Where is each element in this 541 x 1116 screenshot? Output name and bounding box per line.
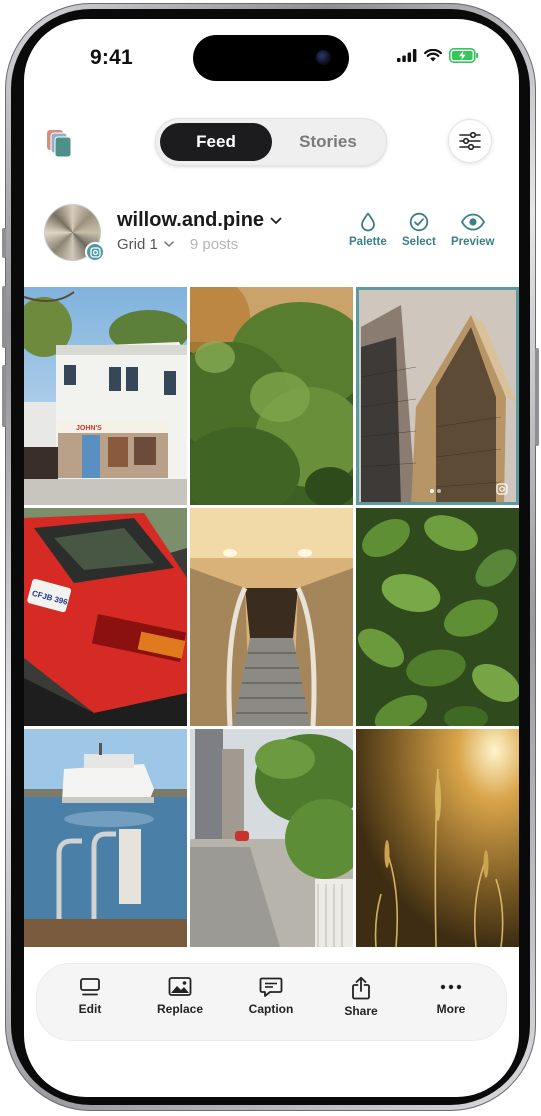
grid-photo-1[interactable]: JOHN'S — [24, 287, 187, 505]
action-button — [2, 228, 6, 258]
post-count: 9 posts — [189, 236, 239, 253]
sliders-icon — [459, 132, 481, 150]
replace-button[interactable]: Replace — [140, 976, 220, 1016]
grid-photo-2[interactable] — [190, 287, 353, 505]
grid-selector[interactable]: Grid 1 9 posts — [117, 236, 238, 253]
wifi-icon — [424, 49, 442, 62]
select-button[interactable]: Select — [402, 212, 436, 248]
svg-text:JOHN'S: JOHN'S — [76, 425, 102, 432]
volume-up-button — [2, 286, 6, 348]
share-button[interactable]: Share — [321, 976, 401, 1018]
status-time: 9:41 — [90, 46, 133, 69]
chevron-down-icon — [270, 217, 282, 224]
app-logo-icon — [47, 130, 72, 158]
check-circle-icon — [409, 212, 429, 232]
dynamic-island — [193, 35, 349, 81]
grid-photo-5[interactable] — [190, 508, 353, 726]
cellular-signal-icon — [397, 49, 417, 62]
more-icon — [440, 984, 462, 990]
filter-button[interactable] — [448, 119, 492, 163]
account-switcher[interactable]: willow.and.pine — [117, 209, 282, 232]
volume-down-button — [2, 365, 6, 427]
grid-photo-8[interactable] — [190, 729, 353, 947]
select-label: Select — [402, 236, 436, 248]
droplet-icon — [360, 212, 375, 232]
share-label: Share — [344, 1004, 378, 1018]
grid-photo-9[interactable] — [356, 729, 519, 947]
caption-icon — [259, 977, 283, 997]
grid-photo-6[interactable] — [356, 508, 519, 726]
grid-photo-4[interactable]: CFJB 396 — [24, 508, 187, 726]
caption-label: Caption — [248, 1002, 294, 1016]
grid-photo-3[interactable] — [356, 287, 519, 505]
photo-grid: JOHN'S CFJB 396 — [24, 287, 519, 948]
power-button — [535, 348, 539, 446]
grid-name: Grid 1 — [117, 236, 158, 253]
replace-label: Replace — [156, 1002, 204, 1016]
tab-feed[interactable]: Feed — [160, 123, 272, 161]
edit-label: Edit — [78, 1002, 102, 1016]
screen: 9:41 Feed Stories willow.and.pine Grid 1… — [24, 19, 519, 1097]
caption-button[interactable]: Caption — [231, 976, 311, 1016]
battery-charging-icon — [449, 48, 479, 63]
palette-label: Palette — [349, 236, 387, 248]
username: willow.and.pine — [117, 209, 265, 231]
grid-photo-7[interactable] — [24, 729, 187, 947]
palette-button[interactable]: Palette — [349, 212, 387, 248]
more-button[interactable]: More — [411, 976, 491, 1016]
preview-label: Preview — [451, 236, 495, 248]
image-icon — [168, 977, 192, 996]
status-icons — [397, 48, 479, 63]
edit-button[interactable]: Edit — [50, 976, 130, 1016]
preview-button[interactable]: Preview — [451, 212, 494, 248]
eye-icon — [460, 213, 485, 231]
instagram-badge-icon — [85, 242, 105, 262]
edit-icon — [80, 978, 100, 996]
bottom-toolbar: Edit Replace Caption Share More — [36, 963, 507, 1041]
status-bar: 9:41 — [24, 19, 519, 95]
front-camera — [316, 50, 331, 65]
tab-stories[interactable]: Stories — [272, 123, 384, 161]
feed-stories-toggle: Feed Stories — [155, 118, 387, 166]
more-label: More — [436, 1002, 466, 1016]
chevron-down-icon — [164, 241, 174, 247]
share-icon — [352, 976, 370, 1000]
